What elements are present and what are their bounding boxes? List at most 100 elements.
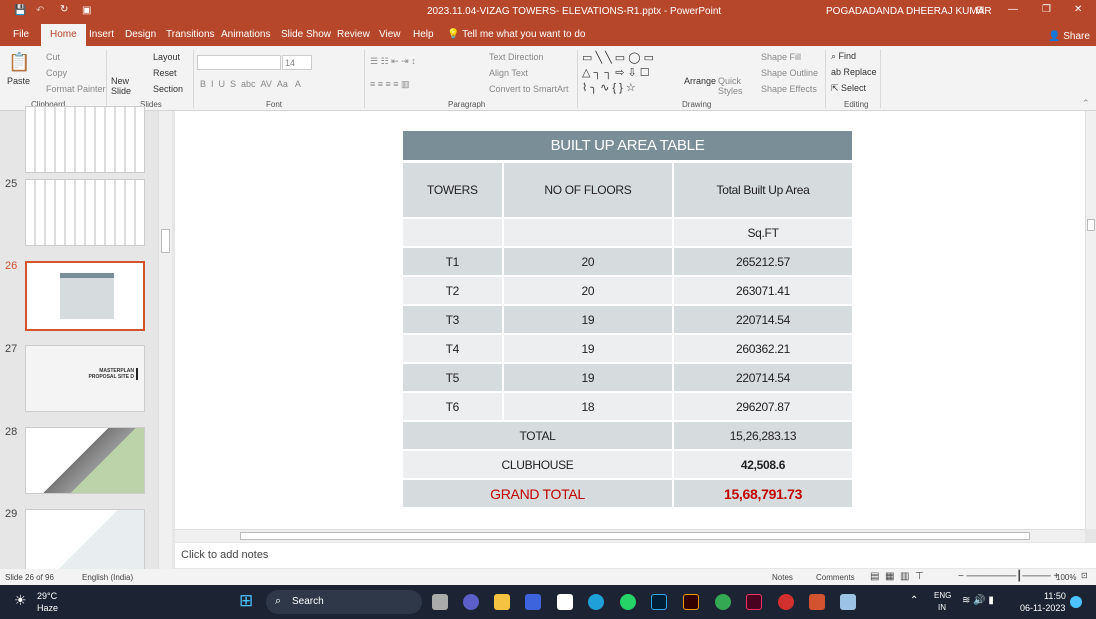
weather-icon[interactable]: ☀ xyxy=(14,592,27,609)
copy-button[interactable]: Copy xyxy=(46,68,67,78)
app-chart-icon[interactable] xyxy=(840,594,856,610)
file-explorer-icon[interactable] xyxy=(494,594,510,610)
clock-date[interactable]: 06-11-2023 xyxy=(1020,603,1065,613)
text-direction-button[interactable]: Text Direction xyxy=(489,52,544,62)
illustrator-icon[interactable] xyxy=(683,594,699,610)
minimize-icon[interactable]: — xyxy=(1008,4,1018,15)
tab-insert[interactable]: Insert xyxy=(89,29,114,40)
quick-styles-button[interactable]: Quick Styles xyxy=(718,76,744,96)
thumbnail-scrollbar[interactable] xyxy=(158,111,172,569)
save-icon[interactable]: 💾 xyxy=(14,5,26,16)
slide-number: 25 xyxy=(5,178,18,190)
lang-1[interactable]: ENG xyxy=(934,591,951,600)
tab-slide-show[interactable]: Slide Show xyxy=(281,29,331,40)
cut-button[interactable]: Cut xyxy=(46,52,60,62)
search-box[interactable]: ⌕ Search xyxy=(266,590,422,614)
teams-icon[interactable] xyxy=(463,594,479,610)
font-format-buttons[interactable]: B I U S abc AV Aa A xyxy=(200,79,301,89)
slide-thumbnail-29[interactable] xyxy=(25,509,145,576)
lang-2[interactable]: IN xyxy=(938,603,946,612)
language-indicator[interactable]: English (India) xyxy=(82,573,133,582)
replace-button[interactable]: ab Replace xyxy=(831,67,877,77)
restore-icon[interactable]: ❐ xyxy=(1042,4,1051,15)
undo-icon[interactable]: ↶ xyxy=(36,5,44,16)
find-label: Find xyxy=(838,51,857,61)
tab-transitions[interactable]: Transitions xyxy=(166,29,215,40)
tab-review[interactable]: Review xyxy=(337,29,370,40)
slide-thumbnail-24[interactable] xyxy=(25,106,145,173)
presentation-icon[interactable]: ▣ xyxy=(82,5,91,16)
arrange-button[interactable]: Arrange xyxy=(684,76,716,86)
shape-outline-button[interactable]: Shape Outline xyxy=(761,68,818,78)
tower-cell: T3 xyxy=(403,306,504,335)
photoshop-icon[interactable] xyxy=(651,594,667,610)
zoom-level[interactable]: 100% xyxy=(1056,573,1076,582)
slide-thumbnail-25[interactable] xyxy=(25,179,145,246)
convert-smartart-button[interactable]: Convert to SmartArt xyxy=(489,84,569,94)
wifi-volume-battery-icons[interactable]: ≋ 🔊 ▮ xyxy=(962,595,994,606)
chrome-icon[interactable] xyxy=(715,594,731,610)
view-buttons[interactable]: ▤ ▦ ▥ ⊤ xyxy=(870,571,924,582)
table-row: T2 20 263071.41 xyxy=(403,277,852,306)
paste-label[interactable]: Paste xyxy=(7,76,30,86)
align-buttons[interactable]: ≡ ≡ ≡ ≡ ▥ xyxy=(370,79,410,90)
tab-design[interactable]: Design xyxy=(125,29,156,40)
shape-effects-button[interactable]: Shape Effects xyxy=(761,84,817,94)
fit-slide-icon[interactable]: ⊡ xyxy=(1081,571,1088,580)
app-red-icon[interactable] xyxy=(778,594,794,610)
notes-pane[interactable]: Click to add notes xyxy=(175,543,1096,568)
layout-button[interactable]: Layout xyxy=(153,52,180,62)
section-button[interactable]: Section xyxy=(153,84,183,94)
edge-icon[interactable] xyxy=(588,594,604,610)
slide-horizontal-scrollbar[interactable] xyxy=(175,529,1085,542)
share-button[interactable]: 👤 Share xyxy=(1048,31,1090,42)
align-text-button[interactable]: Align Text xyxy=(489,68,528,78)
notes-button[interactable]: Notes xyxy=(772,573,793,582)
shape-fill-button[interactable]: Shape Fill xyxy=(761,52,801,62)
app-icon[interactable] xyxy=(525,594,541,610)
close-icon[interactable]: ✕ xyxy=(1074,4,1082,15)
user-name[interactable]: POGADADANDA DHEERAJ KUMAR xyxy=(826,6,992,17)
search-icon: ⌕ xyxy=(275,595,282,607)
indesign-icon[interactable] xyxy=(746,594,762,610)
start-button[interactable]: ⊞ xyxy=(239,591,253,611)
tell-me-search[interactable]: 💡 Tell me what you want to do xyxy=(447,29,585,40)
comments-button[interactable]: Comments xyxy=(816,573,855,582)
table-title: BUILT UP AREA TABLE xyxy=(403,131,852,163)
tab-help[interactable]: Help xyxy=(413,29,434,40)
tab-view[interactable]: View xyxy=(379,29,401,40)
redo-icon[interactable]: ↻ xyxy=(60,4,68,15)
tower-cell: T5 xyxy=(403,364,504,393)
task-view-icon[interactable] xyxy=(432,594,448,610)
slide-canvas[interactable]: BUILT UP AREA TABLE TOWERS NO OF FLOORS To… xyxy=(175,111,1085,529)
reset-button[interactable]: Reset xyxy=(153,68,177,78)
slide-thumbnail-28[interactable] xyxy=(25,427,145,494)
format-painter-button[interactable]: Format Painter xyxy=(46,84,106,94)
font-name-input[interactable] xyxy=(197,55,281,70)
list-buttons[interactable]: ☰ ☷ ⇤ ⇥ ↕ xyxy=(370,56,416,67)
notification-badge[interactable] xyxy=(1070,596,1082,608)
tab-file[interactable]: File xyxy=(13,29,29,40)
empty-cell xyxy=(503,219,675,248)
area-cell: 265212.57 xyxy=(674,248,852,277)
tab-home[interactable]: Home xyxy=(41,24,86,46)
shapes-gallery[interactable]: ▭ ╲ ╲ ▭ ◯ ▭ △ ┐ ┐ ⇨ ⇩ ☐ ⌇ ╮ ∿ { } ☆ xyxy=(582,51,654,96)
tab-animations[interactable]: Animations xyxy=(221,29,270,40)
select-button[interactable]: ⇱ Select xyxy=(831,83,866,94)
font-size-input[interactable]: 14 xyxy=(282,55,312,70)
slide-thumbnail-27[interactable]: MASTERPLAN PROPOSAL SITE D xyxy=(25,345,145,412)
collapse-ribbon-icon[interactable]: ⌃ xyxy=(1082,98,1090,109)
tray-chevron-icon[interactable]: ⌃ xyxy=(910,595,918,606)
zoom-slider[interactable]: − ───────┃──── + xyxy=(958,571,1059,582)
clock-time[interactable]: 11:50 xyxy=(1044,591,1066,601)
app-t-icon[interactable] xyxy=(557,594,573,610)
slide-thumbnail-26[interactable] xyxy=(25,261,145,331)
whatsapp-icon[interactable] xyxy=(620,594,636,610)
powerpoint-icon[interactable] xyxy=(809,594,825,610)
find-button[interactable]: ⌕ Find xyxy=(831,51,856,62)
ribbon-display-icon[interactable]: ⊟ xyxy=(976,5,984,16)
slide-vertical-scrollbar[interactable] xyxy=(1085,111,1096,529)
clubhouse-row: CLUBHOUSE 42,508.6 xyxy=(403,451,852,480)
new-slide-button[interactable]: New Slide xyxy=(111,76,139,96)
paste-button[interactable]: 📋 xyxy=(8,52,30,73)
